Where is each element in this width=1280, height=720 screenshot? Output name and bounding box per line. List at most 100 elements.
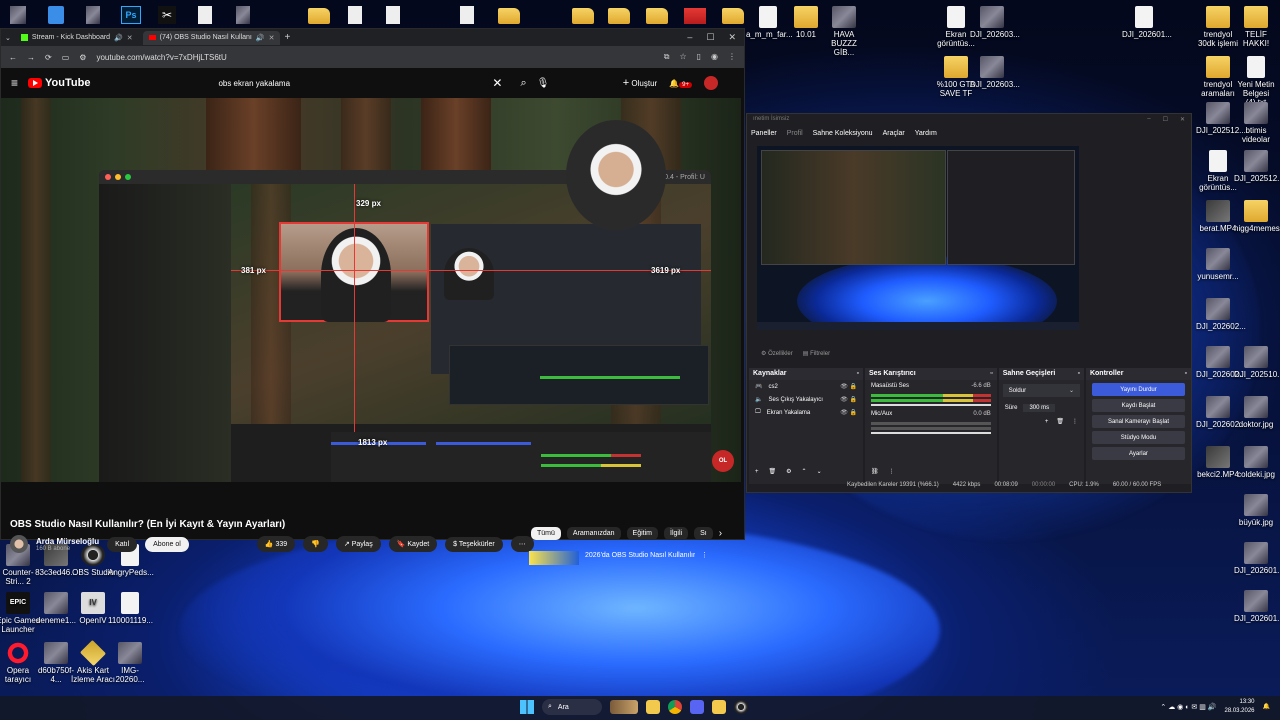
start-recording-button[interactable]: Kaydı Başlat [1091, 399, 1185, 412]
split-icon[interactable]: ▭ [62, 53, 70, 62]
desktop-icon[interactable]: DJI_202601... [1234, 542, 1280, 575]
obs-taskbar-icon[interactable] [734, 700, 748, 714]
properties-tab[interactable]: ⚙ Özellikler [761, 350, 793, 357]
folder-icon[interactable] [608, 8, 630, 24]
forward-icon[interactable]: → [27, 53, 35, 62]
volume-slider[interactable] [870, 432, 991, 434]
menu-tools[interactable]: Araçlar [883, 130, 905, 137]
desktop-icon[interactable] [236, 6, 250, 24]
filters-tab[interactable]: ▤ Filtreler [803, 350, 830, 357]
menu-profile[interactable]: Profil [787, 130, 803, 137]
folder-icon[interactable] [308, 8, 330, 24]
chip-all[interactable]: Tümü [531, 527, 561, 540]
desktop-icon[interactable] [10, 6, 26, 24]
desktop-icon[interactable]: coldeki.jpg [1234, 446, 1278, 479]
desktop-icon[interactable]: yunusemr... [1196, 248, 1240, 281]
transition-select[interactable]: Soldur ⌄ [1002, 384, 1080, 397]
folder-icon[interactable] [722, 8, 744, 24]
taskbar-search[interactable]: ⌕ Ara [542, 699, 602, 715]
desktop-icon[interactable]: DJI_202601... [1234, 590, 1280, 623]
news-widget-icon[interactable] [610, 700, 638, 714]
virtual-camera-button[interactable]: Sanal Kamerayı Başlat [1091, 415, 1185, 428]
minimize-icon[interactable]: – [1147, 116, 1150, 124]
trash-icon[interactable]: 🗑 [1056, 418, 1064, 425]
desktop-icon[interactable]: DJI_202510... [1234, 346, 1280, 379]
chip-more[interactable]: Sı [694, 527, 713, 540]
desktop-icon[interactable]: DJI_202602... [1196, 298, 1246, 331]
maximize-icon[interactable]: ☐ [1163, 116, 1168, 124]
site-info-icon[interactable]: ⚙ [79, 53, 86, 62]
desktop-icon[interactable]: DJI_202601... [1122, 6, 1172, 39]
desktop-icon[interactable] [86, 6, 100, 24]
add-icon[interactable]: + [1045, 419, 1049, 425]
chip-education[interactable]: Eğitim [626, 527, 658, 540]
kebab-menu-icon[interactable]: ⋮ [701, 551, 708, 565]
subscribe-button[interactable]: Abone ol [145, 536, 189, 552]
menu-panels[interactable]: Paneller [751, 130, 777, 137]
chrome-icon[interactable] [668, 700, 682, 714]
chip-from-search[interactable]: Aramanızdan [566, 527, 621, 540]
dock-menu-icon[interactable]: ▫ [990, 370, 992, 378]
add-icon[interactable]: + [755, 469, 759, 475]
menu-dots-icon[interactable]: ⋮ [728, 52, 736, 62]
capcut-icon[interactable]: ✂ [158, 6, 176, 24]
close-icon[interactable]: ✕ [127, 34, 133, 42]
split-view-icon[interactable]: ▯ [697, 52, 701, 62]
chip-related[interactable]: İlgili [664, 527, 689, 540]
stop-stream-button[interactable]: Yayını Durdur [1091, 383, 1185, 396]
microphone-icon[interactable]: 🎙 [537, 78, 550, 89]
desktop-icon[interactable]: DJI_202512... [1234, 150, 1280, 183]
folder-icon[interactable] [498, 8, 520, 24]
windows-start-icon[interactable] [520, 700, 534, 714]
source-item[interactable]: 🖵 Ekran Yakalama 👁 🔒 [749, 406, 863, 419]
tray-icons[interactable]: ⌃ ☁ ◉ ◐ ✉ ▥ 🔊 [1160, 703, 1216, 712]
desktop-icon[interactable]: TELİF HAKKI! [1234, 6, 1278, 48]
source-item[interactable]: 🔈 Ses Çıkış Yakalayıcı 👁 🔒 [749, 393, 863, 406]
bookmark-star-icon[interactable]: ☆ [679, 52, 686, 62]
file-icon[interactable] [386, 6, 400, 24]
new-tab-icon[interactable]: + [284, 32, 290, 43]
thanks-button[interactable]: $ Teşekkürler [445, 536, 503, 552]
install-icon[interactable]: ⧉ [664, 52, 670, 62]
down-icon[interactable]: ⌄ [817, 468, 822, 475]
desktop-icon[interactable]: DJI_202603... [970, 6, 1020, 39]
like-button[interactable]: 👍 339 [256, 536, 296, 552]
link-icon[interactable]: ⛓ [871, 468, 879, 475]
dock-menu-icon[interactable]: ▫ [1185, 370, 1187, 378]
trash-icon[interactable]: 🗑 [769, 468, 777, 475]
share-button[interactable]: ↗ Paylaş [335, 536, 381, 552]
url-field[interactable]: youtube.com/watch?v=7xDHjLTS6tU [96, 53, 226, 62]
notification-icon[interactable]: 🔔 [1263, 703, 1270, 712]
reload-icon[interactable]: ⟳ [45, 53, 52, 62]
file-explorer-icon[interactable] [646, 700, 660, 714]
discord-icon[interactable] [690, 700, 704, 714]
minimize-icon[interactable]: – [687, 32, 692, 43]
desktop-icon[interactable]: doktor.jpg [1234, 396, 1278, 429]
file-icon[interactable] [348, 6, 362, 24]
recommended-video[interactable]: 2026'da OBS Studio Nasıl Kullanılır? 🎬 (… [529, 551, 708, 565]
desktop-icon[interactable]: IMG-20260... [108, 642, 152, 684]
close-icon[interactable]: ✕ [1180, 116, 1185, 124]
menu-scene-collection[interactable]: Sahne Koleksiyonu [813, 130, 873, 137]
maximize-icon[interactable]: ☐ [706, 32, 714, 43]
tab-list-icon[interactable]: ⌄ [5, 34, 11, 42]
desktop-icon[interactable]: 110001119... [108, 592, 153, 625]
studio-mode-button[interactable]: Stüdyo Modu [1091, 431, 1185, 444]
desktop-icon[interactable]: HAVA BUZZZ GİB... [822, 6, 866, 57]
youtube-logo[interactable]: YouTube [28, 77, 90, 89]
search-input[interactable]: obs ekran yakalama ✕ [210, 73, 511, 93]
file-icon[interactable] [460, 6, 474, 24]
back-icon[interactable]: ← [9, 53, 17, 62]
desktop-icon[interactable]: büyük.jpg [1234, 494, 1278, 527]
clear-search-icon[interactable]: ✕ [492, 76, 502, 90]
menu-dots-icon[interactable]: ⋮ [1072, 418, 1078, 425]
recycle-bin-icon[interactable] [48, 6, 64, 24]
create-button[interactable]: + Oluştur [623, 77, 657, 89]
close-window-icon[interactable]: ✕ [728, 32, 736, 43]
visibility-lock-icons[interactable]: 👁 🔒 [840, 409, 857, 416]
channel-avatar[interactable] [10, 535, 28, 553]
desktop-icon[interactable]: btimis videolar [1234, 102, 1278, 144]
volume-slider[interactable] [870, 404, 991, 406]
clock[interactable]: 13:30 28.03.2026 [1224, 698, 1254, 716]
duration-field[interactable]: 300 ms [1023, 404, 1056, 412]
